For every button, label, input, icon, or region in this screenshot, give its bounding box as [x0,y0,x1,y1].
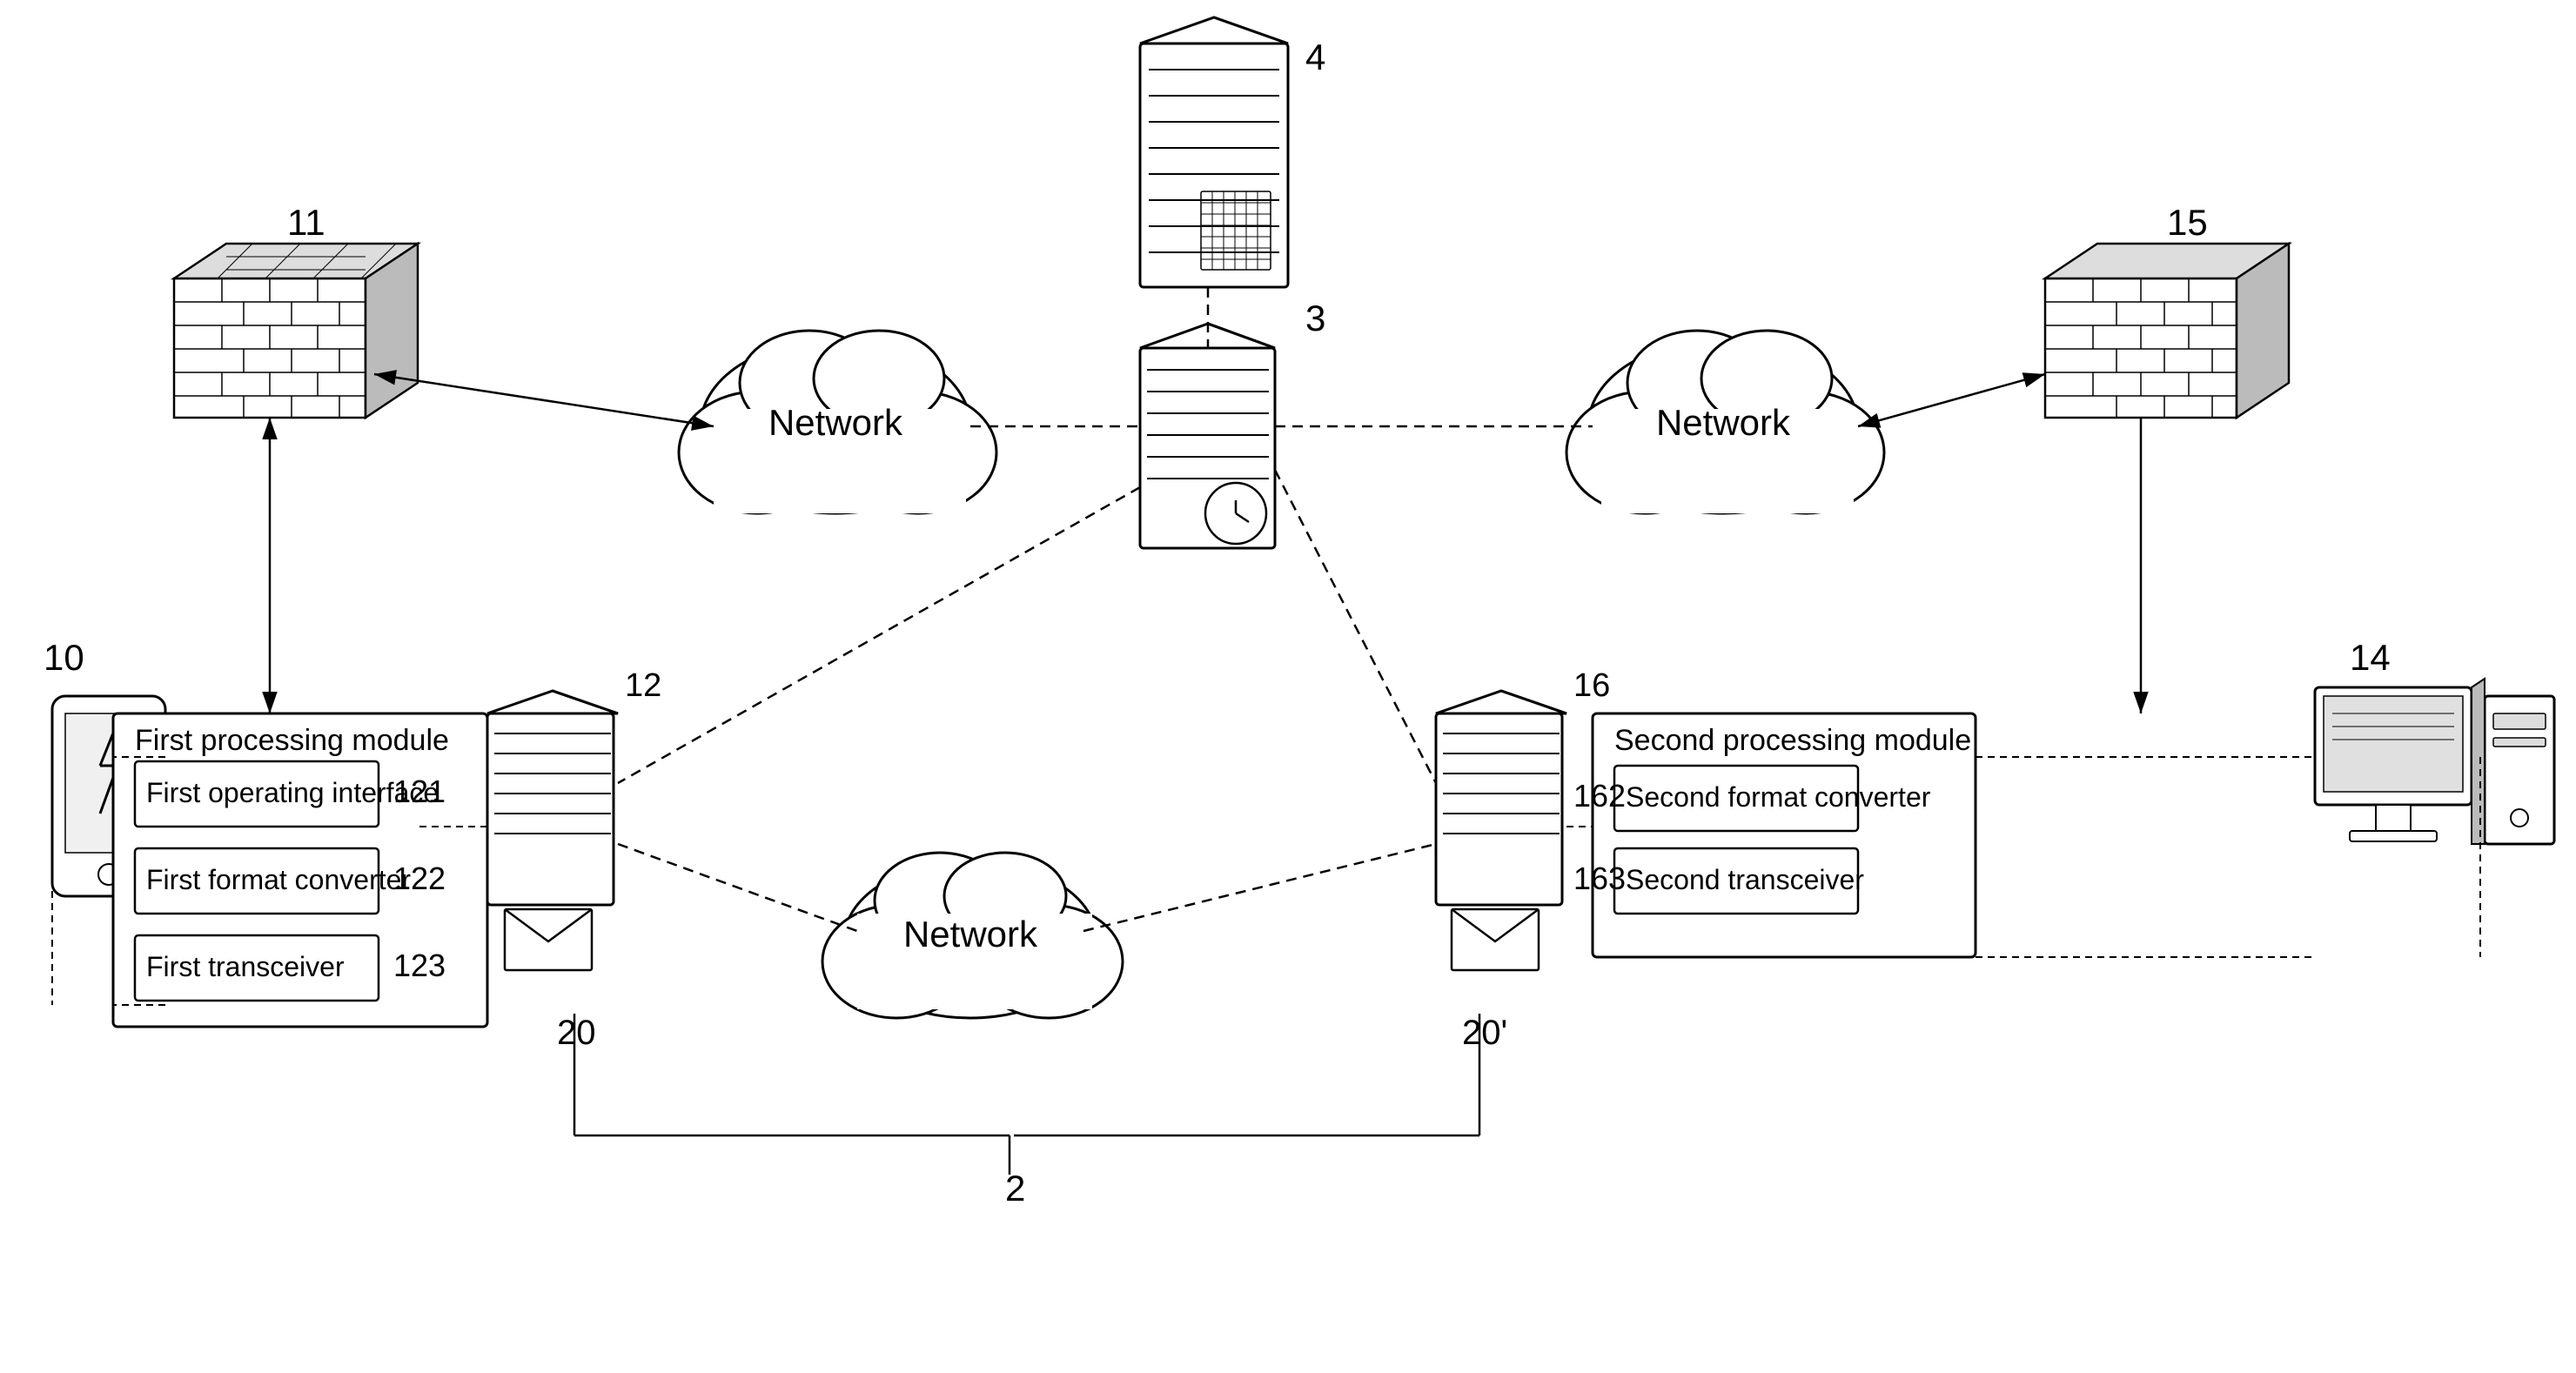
label-122: 122 [393,861,446,896]
label-12: 12 [625,667,661,704]
label-16: 16 [1573,667,1610,704]
label-121: 121 [393,774,446,809]
firewall-15 [2045,244,2289,418]
diagram: Network Network Network [0,0,2576,1373]
second-processing-module-label: Second processing module [1614,724,1971,757]
second-processing-module: Second processing module Second format c… [1593,713,1976,957]
second-format-converter-label: Second format converter [1626,781,1931,813]
label-11: 11 [287,202,325,243]
label-3: 3 [1305,298,1325,338]
label-2: 2 [1005,1168,1025,1209]
network-label-right: Network [1656,402,1791,443]
network-cloud-left: Network [679,331,996,513]
label-10: 10 [44,637,84,678]
network-cloud-bottom: Network [822,853,1123,1018]
network-cloud-right: Network [1566,331,1884,513]
label-15: 15 [2167,202,2208,243]
label-4: 4 [1305,37,1325,77]
server-16 [1436,691,1566,970]
first-format-converter-label: First format converter [146,864,411,895]
label-14: 14 [2350,637,2391,678]
desktop-14 [2315,679,2554,844]
network-label-left: Network [768,402,903,443]
label-123: 123 [393,948,446,983]
second-transceiver-label: Second transceiver [1626,864,1864,895]
server-3 [1140,324,1275,548]
firewall-11 [174,244,418,418]
label-20: 20 [557,1014,596,1052]
label-162: 162 [1573,778,1626,814]
server-4 [1140,17,1288,287]
first-transceiver-label: First transceiver [146,951,345,982]
label-163: 163 [1573,861,1626,896]
label-20prime: 20' [1462,1014,1507,1052]
server-12 [487,691,618,970]
first-processing-module-label: First processing module [135,724,449,757]
network-label-bottom: Network [903,914,1038,954]
